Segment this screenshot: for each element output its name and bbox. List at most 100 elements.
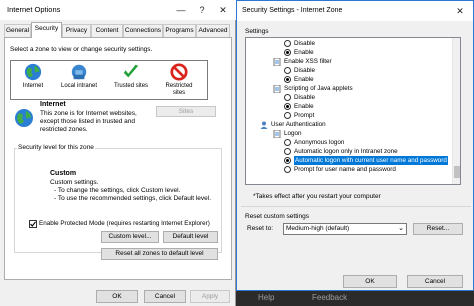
close-icon[interactable]: ✕ — [212, 0, 234, 20]
tab-privacy[interactable]: Privacy — [62, 24, 91, 37]
zone-title: Internet — [40, 101, 66, 108]
setting-option[interactable]: Enable — [246, 48, 452, 57]
option-label: Automatic logon with current user name a… — [294, 156, 448, 165]
radio-button[interactable] — [284, 49, 291, 56]
radio-button[interactable] — [284, 139, 291, 146]
cancel-button[interactable]: Cancel — [144, 290, 186, 303]
sites-button[interactable]: Sites — [156, 106, 216, 117]
tab-advanced[interactable]: Advanced — [196, 24, 230, 37]
setting-label: Logon — [284, 130, 302, 137]
option-label: Disable — [294, 94, 315, 101]
reset-all-zones-button[interactable]: Reset all zones to default level — [101, 248, 218, 260]
divider — [241, 206, 471, 207]
apply-button[interactable]: Apply — [190, 290, 230, 303]
radio-button[interactable] — [284, 76, 291, 83]
radio-button[interactable] — [284, 67, 291, 74]
zone-label: Trusted sites — [113, 83, 149, 89]
option-label: Enable — [294, 76, 314, 83]
zone-internet[interactable]: Internet — [13, 63, 53, 90]
reset-to-label: Reset to: — [247, 225, 274, 232]
checkmark-icon — [123, 64, 139, 78]
setting-option[interactable]: Prompt for user name and password — [246, 165, 452, 174]
radio-button[interactable] — [284, 148, 291, 155]
custom-level-button[interactable]: Custom level... — [101, 231, 159, 243]
chevron-down-icon: ⌄ — [398, 225, 404, 232]
select-zone-label: Select a zone to view or change security… — [10, 46, 153, 53]
radio-button[interactable] — [284, 40, 291, 47]
category-label: User Authentication — [271, 121, 326, 128]
scrollbar-thumb[interactable] — [454, 166, 460, 178]
option-label: Prompt — [294, 112, 315, 119]
option-label: Anonymous logon — [294, 139, 345, 146]
settings-scrollbar[interactable] — [452, 38, 460, 184]
custom-line: - To use the recommended settings, click… — [54, 195, 212, 202]
zone-restricted-sites[interactable]: Restricted sites — [159, 63, 199, 97]
restart-note: *Takes effect after you restart your com… — [253, 193, 381, 200]
setting-option[interactable]: Prompt — [246, 111, 452, 120]
settings-page-icon — [273, 58, 281, 66]
checkmark-icon — [30, 221, 36, 227]
tab-security[interactable]: Security — [31, 22, 62, 38]
background-app-strip: Help Feedback — [236, 291, 474, 306]
globe-icon — [24, 63, 42, 81]
feedback-link[interactable]: Feedback — [312, 293, 347, 302]
setting-option[interactable]: Automatic logon only in Intranet zone — [246, 147, 452, 156]
setting-option[interactable]: Anonymous logon — [246, 138, 452, 147]
tab-connections[interactable]: Connections — [123, 24, 163, 37]
setting-option[interactable]: Disable — [246, 66, 452, 75]
zone-trusted-sites[interactable]: Trusted sites — [111, 63, 151, 90]
custom-title: Custom — [50, 170, 77, 177]
tab-programs[interactable]: Programs — [163, 24, 196, 37]
radio-button[interactable] — [284, 94, 291, 101]
zone-local-intranet[interactable]: Local intranet — [59, 63, 99, 90]
security-level-label: Security level for this zone — [17, 144, 95, 151]
ok-button[interactable]: OK — [96, 290, 138, 303]
local-intranet-icon — [71, 64, 87, 80]
user-authentication-icon — [260, 121, 268, 129]
setting-header: Logon — [246, 129, 452, 138]
settings-tree: Disable Enable Enable XSS filter Disable… — [245, 37, 461, 185]
setting-label: Enable XSS filter — [284, 58, 332, 65]
setting-option[interactable]: Disable — [246, 93, 452, 102]
security-settings-dialog: Security Settings - Internet Zone ✕ Sett… — [236, 0, 474, 291]
setting-header: Enable XSS filter — [246, 57, 452, 66]
dialog-title: Security Settings - Internet Zone — [242, 7, 343, 14]
radio-button[interactable] — [284, 103, 291, 110]
help-link[interactable]: Help — [258, 293, 274, 302]
help-button[interactable]: ? — [191, 0, 213, 20]
radio-button[interactable] — [284, 112, 291, 119]
radio-button[interactable] — [284, 157, 291, 164]
title-bar: Internet Options — ? ✕ — [0, 0, 236, 20]
tab-content[interactable]: Content — [91, 24, 123, 37]
radio-button[interactable] — [284, 166, 291, 173]
settings-label: Settings — [245, 28, 269, 35]
close-icon[interactable]: ✕ — [449, 1, 471, 21]
option-label: Prompt for user name and password — [294, 166, 396, 173]
option-label: Disable — [294, 40, 315, 47]
setting-option-selected[interactable]: Automatic logon with current user name a… — [246, 156, 452, 165]
dropdown-value: Medium-high (default) — [286, 225, 350, 232]
zone-description: This zone is for Internet websites, exce… — [40, 110, 137, 133]
setting-label: Scripting of Java applets — [284, 85, 353, 92]
cancel-button[interactable]: Cancel — [407, 275, 463, 288]
default-level-button[interactable]: Default level — [163, 231, 218, 243]
setting-header: Scripting of Java applets — [246, 84, 452, 93]
minimize-icon[interactable]: — — [170, 0, 192, 20]
ok-button[interactable]: OK — [343, 275, 397, 288]
reset-button[interactable]: Reset... — [413, 223, 463, 235]
setting-option[interactable]: Enable — [246, 102, 452, 111]
reset-to-dropdown[interactable]: Medium-high (default) ⌄ — [283, 223, 407, 235]
tab-general[interactable]: General — [4, 24, 31, 37]
option-label: Enable — [294, 103, 314, 110]
settings-page-icon — [273, 130, 281, 138]
restricted-icon — [170, 63, 188, 81]
zone-label: Restricted sites — [165, 83, 193, 96]
setting-category: User Authentication — [246, 120, 452, 129]
settings-page-icon — [273, 85, 281, 93]
dialog-title: Internet Options — [7, 5, 61, 14]
setting-option[interactable]: Disable — [246, 39, 452, 48]
title-bar: Security Settings - Internet Zone ✕ — [237, 1, 473, 21]
setting-option[interactable]: Enable — [246, 75, 452, 84]
reset-custom-label: Reset custom settings — [245, 213, 309, 220]
protected-mode-checkbox[interactable] — [29, 220, 37, 228]
